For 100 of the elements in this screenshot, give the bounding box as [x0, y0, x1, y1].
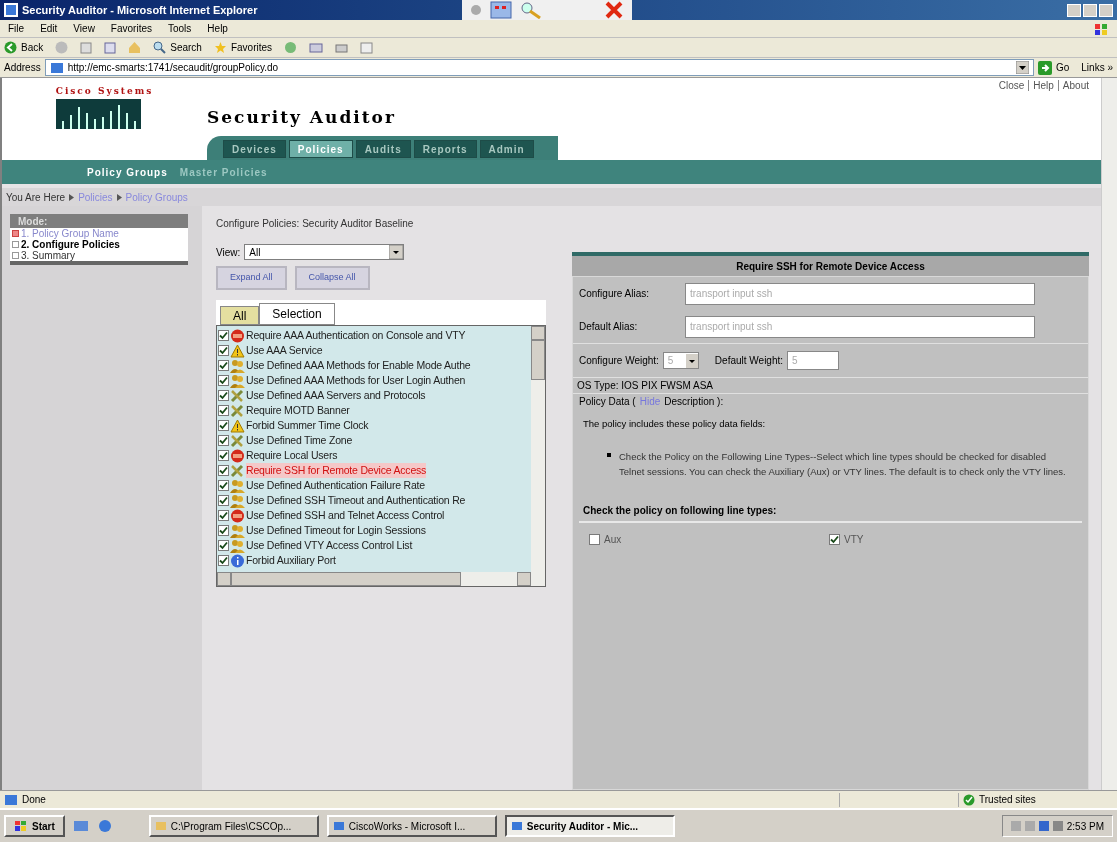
checkbox[interactable]: [218, 330, 229, 341]
list-tab[interactable]: All: [220, 306, 260, 325]
policy-label: Require AAA Authentication on Console and VTY: [246, 327, 466, 343]
menu-item[interactable]: View: [73, 21, 95, 36]
policy-item[interactable]: Use Defined VTY Access Control List: [217, 538, 531, 553]
checkbox[interactable]: [218, 375, 229, 386]
browser-icon: [332, 820, 345, 832]
policy-item[interactable]: Use AAA Service: [217, 343, 531, 358]
app-title: Security Auditor: [207, 105, 397, 129]
header-link[interactable]: Close: [994, 80, 1029, 91]
step-link[interactable]: 1. Policy Group Name: [21, 226, 119, 241]
policy-item[interactable]: Require SSH for Remote Device Access: [217, 463, 531, 478]
policy-label: Forbid Summer Time Clock: [246, 417, 369, 433]
policy-item[interactable]: Require Local Users: [217, 448, 531, 463]
tree-button[interactable]: Expand All: [216, 266, 287, 290]
check-circle-icon: [963, 793, 975, 806]
policy-item[interactable]: Require AAA Authentication on Console and VTY: [217, 328, 531, 343]
close-icon[interactable]: [603, 1, 624, 19]
checkbox[interactable]: [218, 510, 229, 521]
checkbox[interactable]: [218, 450, 229, 461]
menu-item[interactable]: Edit: [40, 21, 58, 36]
policy-item[interactable]: Use Defined AAA Methods for User Login Authen: [217, 373, 531, 388]
checkbox[interactable]: [218, 405, 229, 416]
detail-title: Require SSH for Remote Device Access: [572, 256, 1089, 276]
status-text: Done: [22, 793, 47, 807]
close-button[interactable]: [1099, 3, 1113, 17]
policy-item[interactable]: Use Defined Authentication Failure Rate: [217, 478, 531, 493]
checkbox[interactable]: [829, 533, 840, 545]
checkbox[interactable]: [218, 345, 229, 356]
policy-item[interactable]: Use Defined Time Zone: [217, 433, 531, 448]
horizontal-scrollbar[interactable]: [217, 572, 531, 586]
checkbox[interactable]: [218, 495, 229, 506]
start-button[interactable]: Start: [4, 815, 65, 837]
header-link[interactable]: About: [1057, 80, 1093, 91]
minimize-button[interactable]: [1067, 3, 1081, 17]
tree-button[interactable]: Collapse All: [294, 266, 370, 290]
policy-item[interactable]: Use Defined Timeout for Login Sessions: [217, 523, 531, 538]
checkbox[interactable]: [589, 533, 600, 545]
checkbox[interactable]: [218, 360, 229, 371]
policy-item[interactable]: Require MOTD Banner: [217, 403, 531, 418]
task-button[interactable]: C:\Program Files\CSCOp...: [148, 815, 319, 837]
checkbox[interactable]: [218, 435, 229, 446]
view-label: View:: [216, 245, 241, 260]
go-button[interactable]: Go: [1037, 60, 1070, 75]
checkbox[interactable]: [218, 525, 229, 536]
menu-item[interactable]: Favorites: [110, 21, 152, 36]
policy-item[interactable]: Forbid Summer Time Clock: [217, 418, 531, 433]
checkbox[interactable]: [218, 540, 229, 551]
checkbox[interactable]: [218, 465, 229, 476]
vertical-scrollbar[interactable]: [531, 326, 545, 586]
subnav-tab[interactable]: Policy Groups: [87, 164, 168, 180]
people-icon: [230, 538, 245, 553]
policy-label: Use Defined AAA Servers and Protocols: [246, 387, 426, 403]
window-title: Security Auditor - Microsoft Internet Explorer: [22, 2, 258, 18]
header-link[interactable]: Help: [1028, 80, 1058, 91]
search-button[interactable]: Search: [153, 40, 202, 55]
magnifier-icon[interactable]: [519, 1, 542, 19]
nav-tab[interactable]: Devices: [223, 140, 286, 158]
mode-title: Mode:: [10, 214, 188, 228]
policy-label: Use Defined VTY Access Control List: [246, 537, 413, 553]
policy-label: Use Defined Time Zone: [246, 432, 353, 448]
nav-tab[interactable]: Reports: [413, 140, 477, 158]
list-tab[interactable]: Selection: [259, 303, 335, 325]
nav-tab[interactable]: Admin: [479, 140, 534, 158]
menu-item[interactable]: Help: [207, 21, 228, 36]
policy-item[interactable]: Forbid Auxiliary Port: [217, 553, 531, 568]
critical-icon: [230, 448, 245, 463]
view-select[interactable]: All: [244, 244, 405, 260]
policy-label: Require SSH for Remote Device Access: [246, 462, 427, 479]
policy-item[interactable]: Use Defined AAA Servers and Protocols: [217, 388, 531, 403]
clock: 2:53 PM: [1066, 819, 1104, 834]
field-label: Default Alias:: [579, 320, 639, 334]
page-scrollbar[interactable]: [1101, 78, 1117, 790]
checkbox[interactable]: [218, 480, 229, 491]
policy-label: Use Defined SSH Timeout and Authentication Re: [246, 492, 466, 508]
go-arrow-icon: [1037, 60, 1052, 75]
policy-item[interactable]: Use Defined SSH and Telnet Access Control: [217, 508, 531, 523]
bullet-icon: [607, 453, 611, 458]
menu-item[interactable]: File: [8, 21, 25, 36]
checkbox[interactable]: [218, 390, 229, 401]
browser-icon[interactable]: [96, 819, 113, 833]
nav-tab[interactable]: Audits: [355, 140, 411, 158]
address-field[interactable]: http://emc-smarts:1741/secaudit/groupPolicy.do: [44, 59, 1034, 76]
policy-item[interactable]: Use Defined SSH Timeout and Authentication Re: [217, 493, 531, 508]
configure-title: Configure Policies: Security Auditor Baseline: [216, 217, 415, 231]
dropdown-arrow-icon[interactable]: [1015, 61, 1029, 74]
task-button[interactable]: Security Auditor - Mic...: [504, 815, 675, 837]
checkbox[interactable]: [218, 555, 229, 566]
maximize-button[interactable]: [1083, 3, 1097, 17]
policy-data-label: Description ):: [664, 395, 724, 409]
links-button[interactable]: Links »: [1081, 60, 1113, 75]
checkbox[interactable]: [218, 420, 229, 431]
back-button[interactable]: Back: [4, 40, 44, 55]
policy-label: Require Local Users: [246, 447, 338, 463]
window-icon[interactable]: [489, 1, 512, 19]
policy-item[interactable]: Use Defined AAA Methods for Enable Mode Authe: [217, 358, 531, 373]
favorites-button[interactable]: Favorites: [213, 40, 273, 55]
info-icon: [230, 553, 245, 568]
task-button[interactable]: CiscoWorks - Microsoft I...: [326, 815, 497, 837]
menu-item[interactable]: Tools: [168, 21, 192, 36]
